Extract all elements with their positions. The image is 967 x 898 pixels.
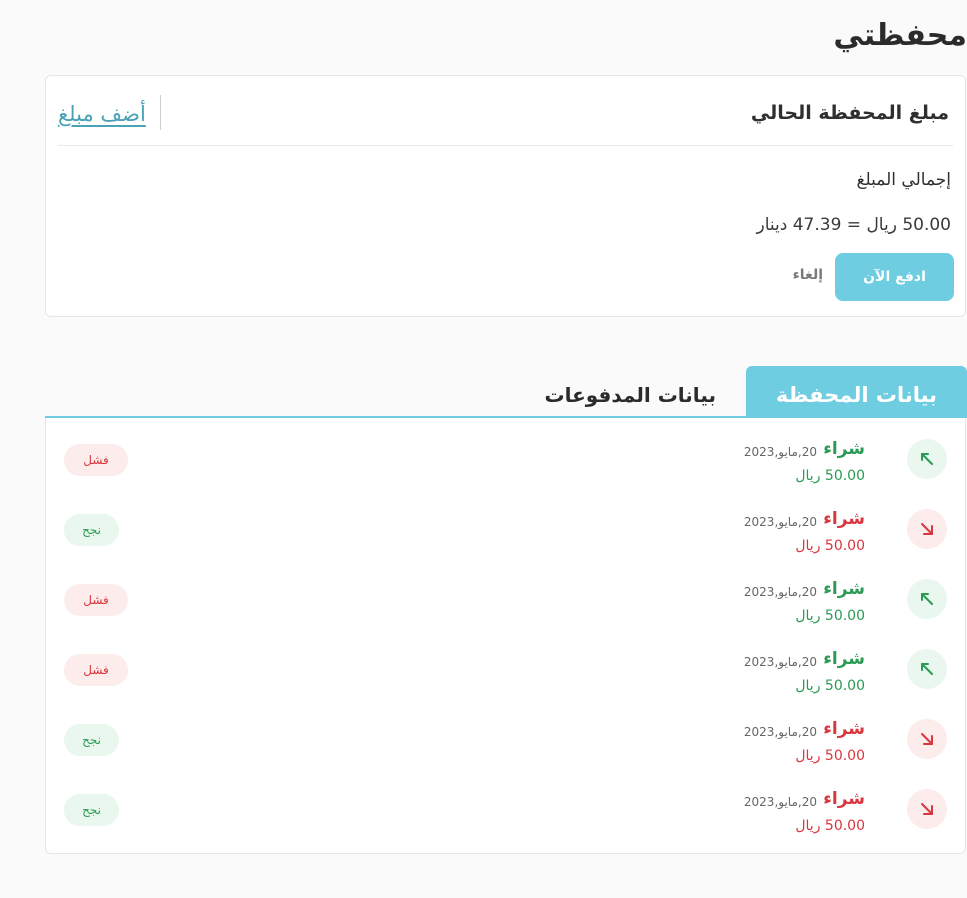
card-title: مبلغ المحفظة الحالي <box>750 102 949 124</box>
transaction-date: 20,مايو,2023 <box>743 795 817 809</box>
header-divider <box>160 95 161 130</box>
wallet-balance-card: مبلغ المحفظة الحالي أضف مبلغ إجمالي المب… <box>45 75 966 317</box>
transaction-amount: 50.00 ريال <box>795 748 865 764</box>
status-badge: نجح <box>64 724 119 756</box>
transaction-row: شراء 20,مايو,2023 50.00 ريال نجح <box>46 698 965 768</box>
arrow-up-left-icon <box>907 649 947 689</box>
transaction-title: شراء <box>823 439 865 459</box>
arrow-down-right-icon <box>907 719 947 759</box>
status-badge: نجح <box>64 514 119 546</box>
tabs-bar: بيانات المحفظة بيانات المدفوعات <box>45 366 967 418</box>
transaction-amount: 50.00 ريال <box>795 678 865 694</box>
transaction-amount: 50.00 ريال <box>795 818 865 834</box>
transaction-amount: 50.00 ريال <box>795 468 865 484</box>
transaction-date: 20,مايو,2023 <box>743 515 817 529</box>
transactions-list: شراء 20,مايو,2023 50.00 ريال فشل شراء 20,مايو… <box>45 418 966 854</box>
transaction-row: شراء 20,مايو,2023 50.00 ريال نجح <box>46 488 965 558</box>
transaction-row: شراء 20,مايو,2023 50.00 ريال فشل <box>46 418 965 488</box>
transaction-amount: 50.00 ريال <box>795 538 865 554</box>
cancel-button[interactable]: إلغاء <box>793 267 823 283</box>
arrow-up-left-icon <box>907 439 947 479</box>
tab-wallet-data[interactable]: بيانات المحفظة <box>746 366 967 416</box>
transaction-row: شراء 20,مايو,2023 50.00 ريال فشل <box>46 558 965 628</box>
card-header: مبلغ المحفظة الحالي أضف مبلغ <box>58 76 953 146</box>
page-title: محفظتي <box>833 18 967 53</box>
tab-payments-data[interactable]: بيانات المدفوعات <box>545 366 717 416</box>
transaction-date: 20,مايو,2023 <box>743 445 817 459</box>
transaction-date: 20,مايو,2023 <box>743 585 817 599</box>
add-amount-link[interactable]: أضف مبلغ <box>58 102 146 126</box>
transaction-amount: 50.00 ريال <box>795 608 865 624</box>
transaction-title: شراء <box>823 509 865 529</box>
status-badge: فشل <box>64 584 128 616</box>
status-badge: فشل <box>64 444 128 476</box>
transaction-row: شراء 20,مايو,2023 50.00 ريال فشل <box>46 628 965 698</box>
total-amount-label: إجمالي المبلغ <box>856 170 951 190</box>
transaction-date: 20,مايو,2023 <box>743 725 817 739</box>
transaction-date: 20,مايو,2023 <box>743 655 817 669</box>
arrow-down-right-icon <box>907 509 947 549</box>
transaction-title: شراء <box>823 719 865 739</box>
pay-now-button[interactable]: ادفع الآن <box>835 253 954 301</box>
status-badge: فشل <box>64 654 128 686</box>
currency-conversion: 50.00 ريال = 47.39 دينار <box>756 215 951 235</box>
transaction-title: شراء <box>823 649 865 669</box>
status-badge: نجح <box>64 794 119 826</box>
transaction-title: شراء <box>823 789 865 809</box>
transaction-row: شراء 20,مايو,2023 50.00 ريال نجح <box>46 768 965 838</box>
arrow-down-right-icon <box>907 789 947 829</box>
arrow-up-left-icon <box>907 579 947 619</box>
transaction-title: شراء <box>823 579 865 599</box>
